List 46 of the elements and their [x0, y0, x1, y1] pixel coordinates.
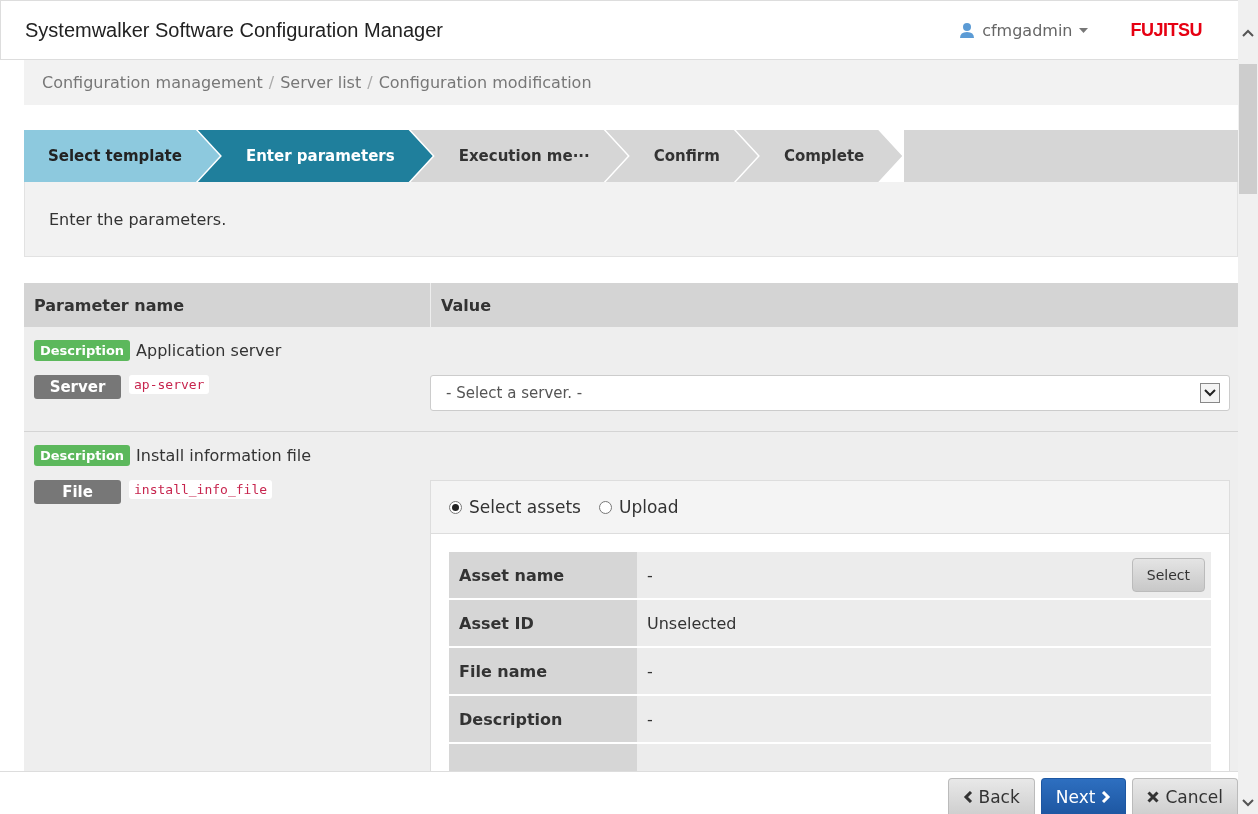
type-tag: Server: [34, 375, 121, 399]
radio-label[interactable]: Upload: [618, 497, 679, 517]
description-tag: Description: [34, 444, 131, 466]
description-text: Install information file: [136, 445, 312, 465]
select-button[interactable]: Select: [1131, 558, 1205, 592]
next-button[interactable]: Next: [1040, 778, 1127, 814]
app-title: Systemwalker Software Configuration Manager: [25, 18, 444, 42]
cancel-button[interactable]: Cancel: [1132, 778, 1238, 814]
table-cell: Description: [449, 696, 637, 742]
radio-button[interactable]: [449, 500, 462, 514]
table-cell: Unselected: [647, 613, 737, 633]
parameter-name: install_info_file: [129, 480, 273, 499]
scrollbar[interactable]: [1238, 0, 1258, 814]
scroll-up-icon[interactable]: [1241, 28, 1255, 38]
chevron-right-icon: [1101, 790, 1112, 803]
table-cell: -: [647, 661, 653, 681]
radio-label[interactable]: Select assets: [469, 497, 581, 517]
instruction-text: Enter the parameters.: [49, 209, 227, 229]
table-cell: -: [647, 565, 653, 585]
back-button[interactable]: Back: [947, 778, 1035, 814]
scroll-down-icon[interactable]: [1241, 798, 1255, 808]
table-cell: Asset name: [449, 552, 637, 598]
column-header: Parameter name: [33, 295, 185, 315]
table-cell: File name: [449, 648, 637, 694]
table-cell: -: [647, 709, 653, 729]
breadcrumb-item: Configuration modification: [378, 73, 592, 92]
server-dropdown[interactable]: - Select a server. -: [430, 375, 1230, 411]
type-tag: File: [34, 480, 121, 504]
user-menu[interactable]: cfmgadmin: [959, 20, 1089, 40]
breadcrumb-item[interactable]: Server list: [280, 73, 362, 92]
close-icon: [1147, 790, 1160, 803]
company-logo: FUJITSU: [1130, 19, 1202, 41]
chevron-left-icon: [962, 790, 973, 803]
scroll-thumb[interactable]: [1239, 64, 1257, 194]
description-text: Application server: [136, 340, 282, 360]
parameter-name: ap-server: [129, 375, 210, 394]
radio-button[interactable]: [598, 500, 612, 514]
caret-icon: [1079, 27, 1089, 33]
user-icon: [959, 22, 976, 38]
breadcrumb-item[interactable]: Configuration management: [42, 73, 263, 92]
wizard-step: Complete: [735, 130, 903, 182]
breadcrumb-separator: /: [268, 73, 275, 92]
wizard-step: Enter parameters: [197, 130, 433, 182]
description-tag: Description: [34, 339, 131, 361]
breadcrumb-separator: /: [367, 73, 373, 92]
table-cell: Asset ID: [449, 600, 637, 646]
